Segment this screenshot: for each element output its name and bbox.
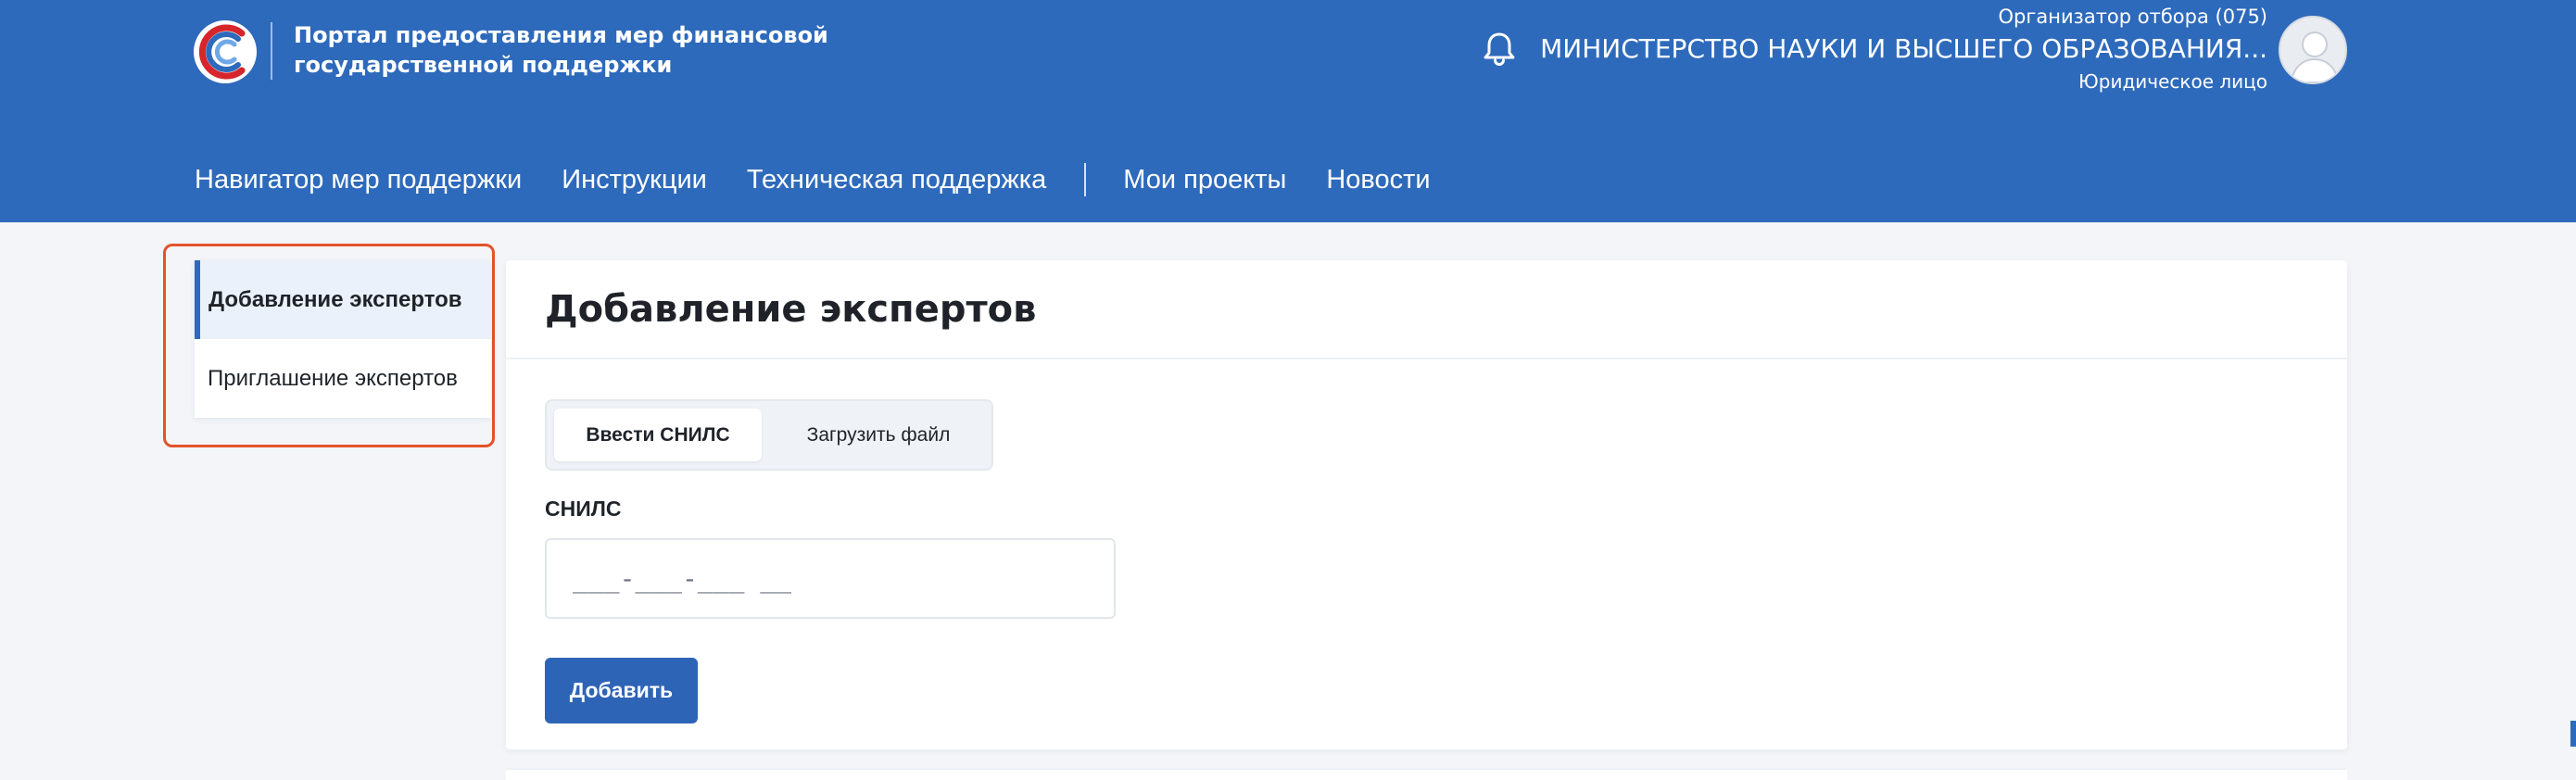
sidebar-item-add-experts[interactable]: Добавление экспертов <box>195 260 491 339</box>
page-title: Добавление экспертов <box>545 288 1037 331</box>
nav-support-navigator[interactable]: Навигатор мер поддержки <box>195 161 522 198</box>
tab-enter-snils[interactable]: Ввести СНИЛС <box>554 409 762 461</box>
portal-logo[interactable] <box>190 17 260 87</box>
snils-input[interactable] <box>545 538 1116 619</box>
nav-instructions[interactable]: Инструкции <box>562 161 707 198</box>
portal-title-line-1: Портал предоставления мер финансовой <box>294 22 828 48</box>
sidebar-menu: Добавление экспертов Приглашение эксперт… <box>195 260 491 418</box>
user-avatar-icon <box>2290 31 2340 82</box>
main-nav: Навигатор мер поддержки Инструкции Техни… <box>195 159 1471 200</box>
nav-tech-support[interactable]: Техническая поддержка <box>747 161 1046 198</box>
sidebar-item-invite-experts[interactable]: Приглашение экспертов <box>195 339 491 418</box>
bell-icon[interactable] <box>1479 28 1520 69</box>
input-mode-toggle: Ввести СНИЛС Загрузить файл <box>545 399 993 471</box>
org-name[interactable]: МИНИСТЕРСТВО НАУКИ И ВЫСШЕГО ОБРАЗОВАНИЯ… <box>1540 31 2267 67</box>
nav-separator <box>1084 163 1087 196</box>
logo-divider <box>271 22 272 80</box>
add-button[interactable]: Добавить <box>545 658 698 723</box>
add-experts-card: Добавление экспертов Ввести СНИЛС Загруз… <box>506 260 2347 749</box>
next-card-edge <box>506 768 2347 780</box>
snils-label: СНИЛС <box>545 497 622 521</box>
portal-title[interactable]: Портал предоставления мер финансовой гос… <box>294 20 868 80</box>
top-header: Портал предоставления мер финансовой гос… <box>0 0 2576 222</box>
nav-my-projects[interactable]: Мои проекты <box>1123 161 1286 198</box>
portal-title-line-2: государственной поддержки <box>294 52 673 78</box>
org-type: Юридическое лицо <box>2078 70 2267 93</box>
org-role: Организатор отбора (075) <box>1998 6 2267 28</box>
page-edge-marker <box>2570 721 2576 747</box>
user-avatar[interactable] <box>2279 16 2347 84</box>
nav-news[interactable]: Новости <box>1326 161 1430 198</box>
tab-upload-file[interactable]: Загрузить файл <box>769 409 988 461</box>
